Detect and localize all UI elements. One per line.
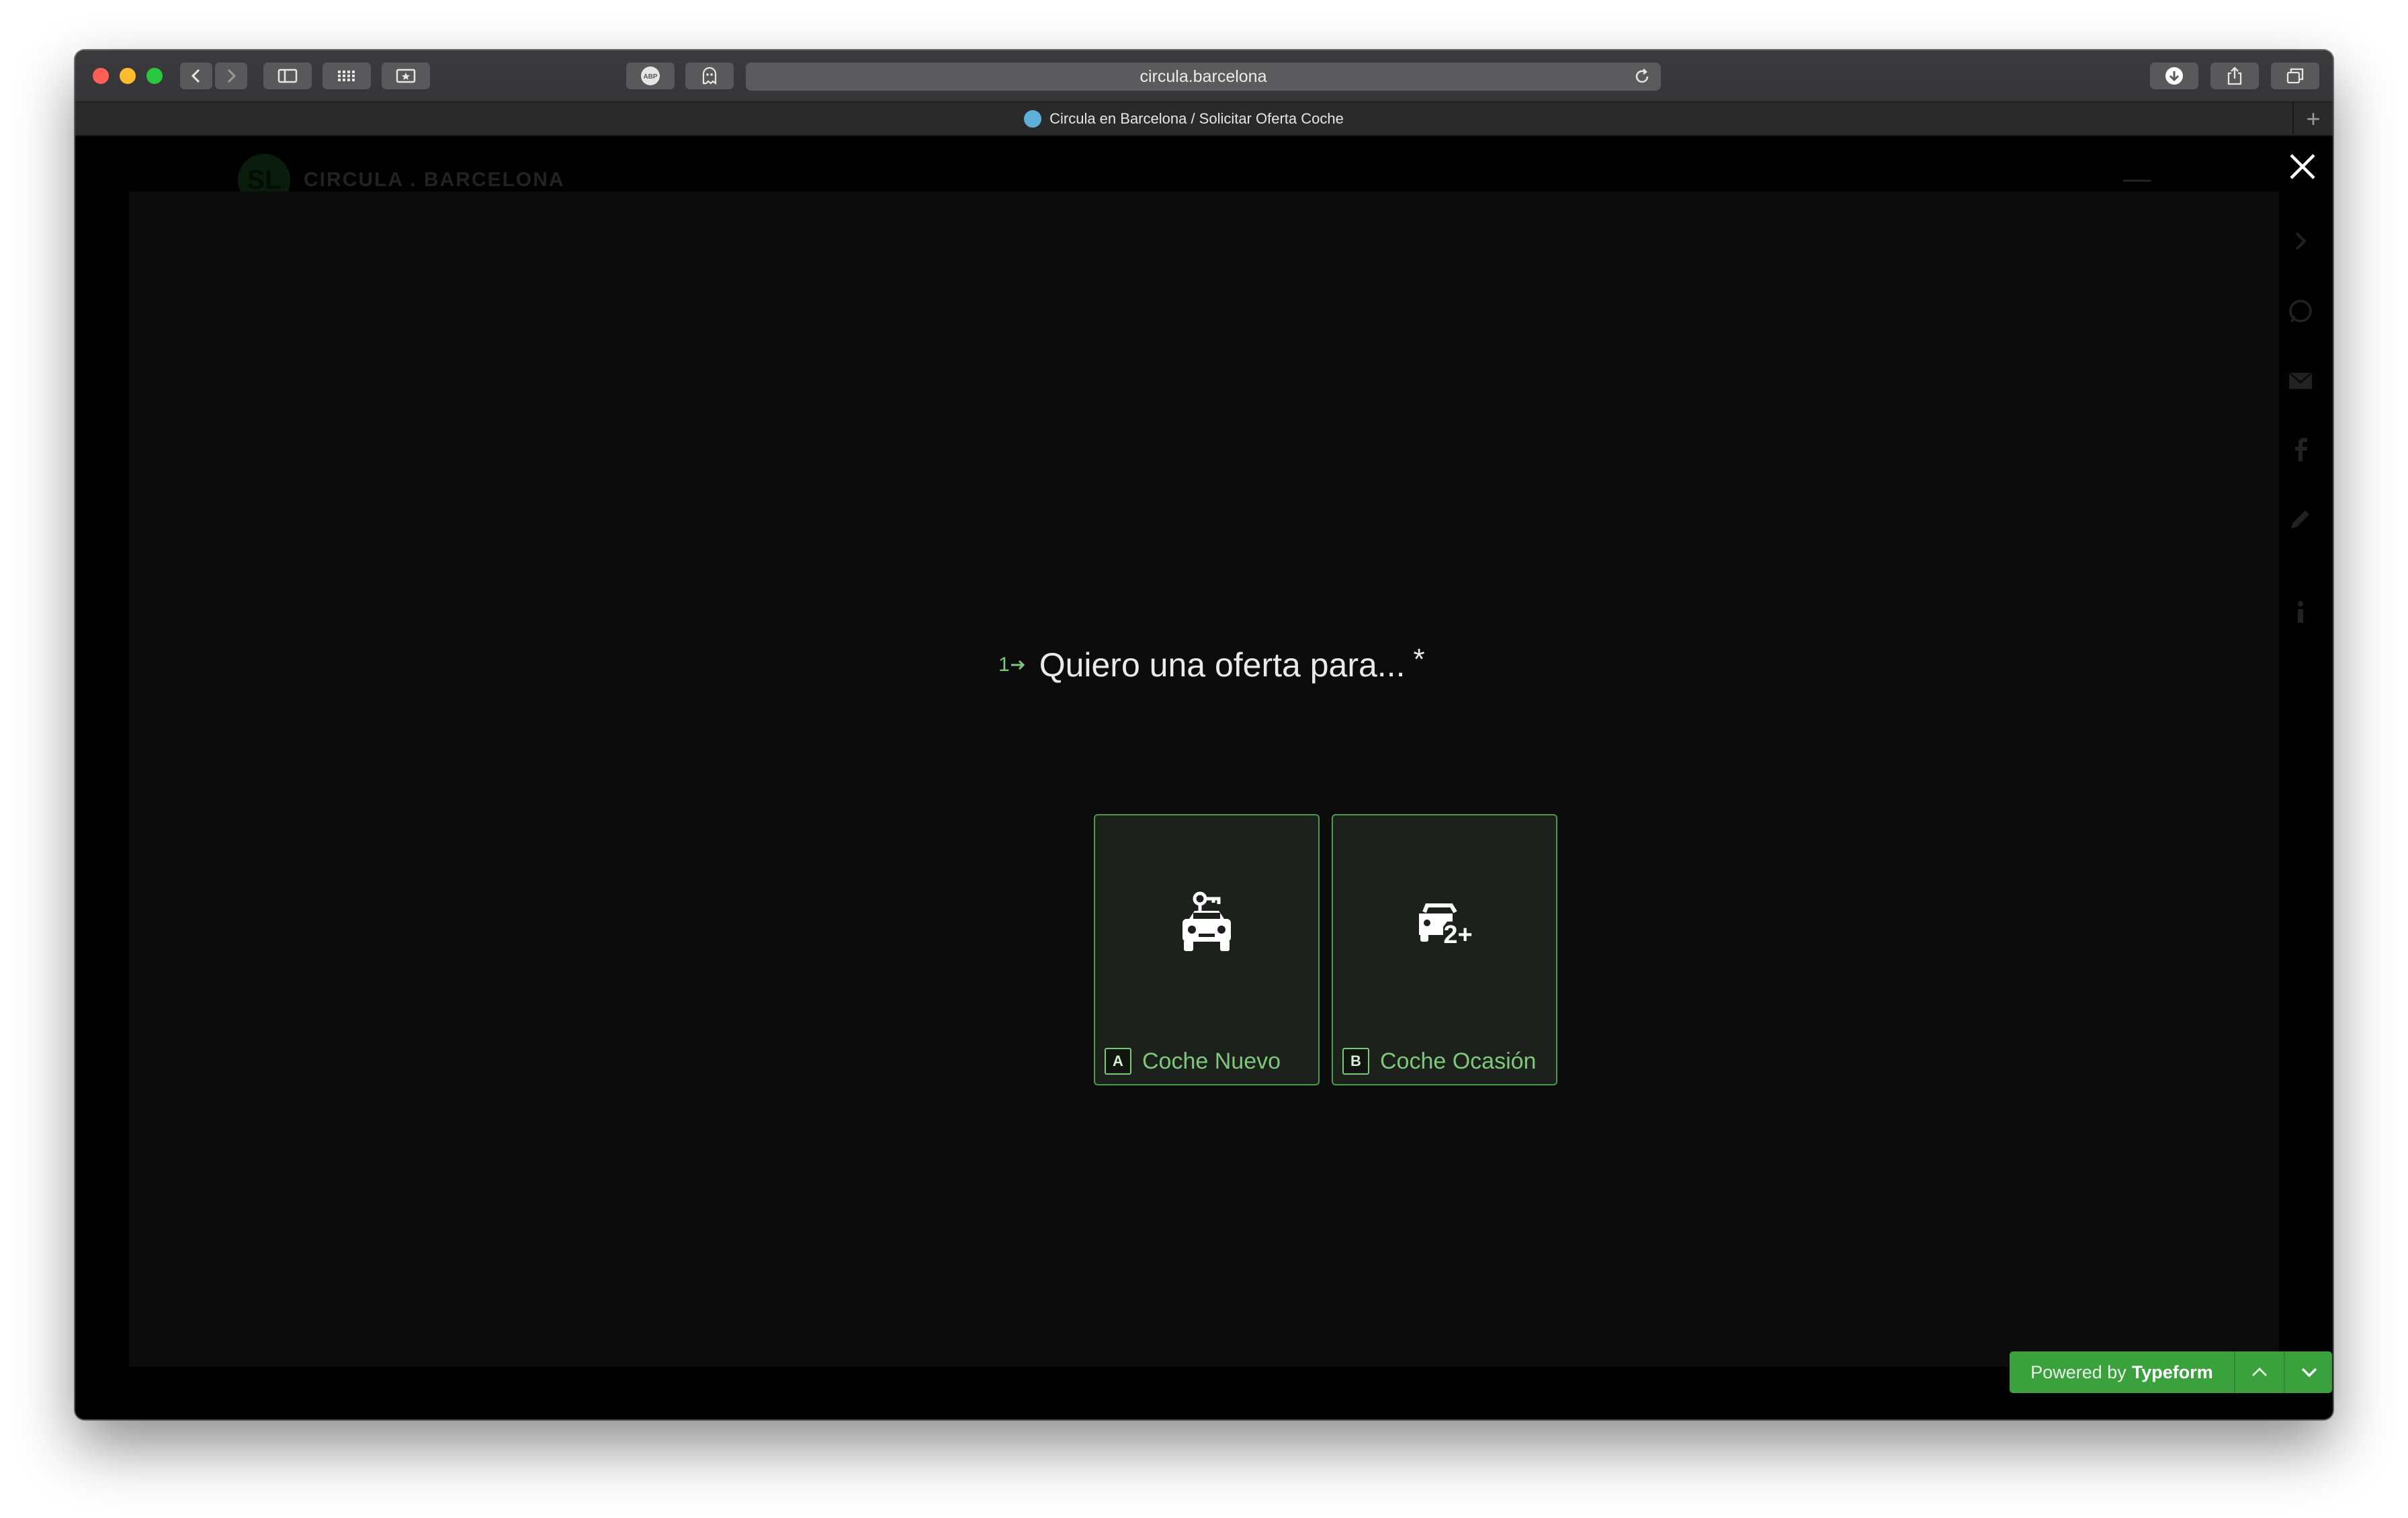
address-bar[interactable]: circula.barcelona xyxy=(746,62,1661,91)
back-button[interactable] xyxy=(180,62,212,89)
new-tab-button[interactable]: + xyxy=(2294,103,2333,135)
choice-coche-nuevo[interactable]: A Coche Nuevo xyxy=(1094,814,1320,1085)
window-zoom-button[interactable] xyxy=(146,68,163,84)
star-box-icon xyxy=(396,69,416,83)
browser-window: ABP circula.barcelona Circula en Barcelo… xyxy=(75,50,2333,1419)
question-number: 1 xyxy=(998,654,1027,676)
url-text: circula.barcelona xyxy=(1140,66,1267,86)
close-icon[interactable] xyxy=(2286,150,2319,183)
ghost-icon xyxy=(702,66,717,85)
new-car-key-icon xyxy=(1182,891,1231,951)
site-logo-text: CIRCULA . BARCELONA xyxy=(304,169,565,191)
chevron-up-icon xyxy=(2251,1367,2268,1377)
typeform-brand: Typeform xyxy=(2131,1361,2213,1382)
choice-footer: A Coche Nuevo xyxy=(1105,1048,1281,1075)
choice-key-badge: A xyxy=(1105,1048,1131,1075)
chevron-right-icon xyxy=(227,69,236,83)
window-close-button[interactable] xyxy=(93,68,109,84)
used-car-2plus-icon: 2+ xyxy=(1419,903,1473,949)
chevron-down-icon xyxy=(2301,1368,2317,1378)
sidebar-icon xyxy=(277,69,298,83)
question-heading: 1 Quiero una oferta para... * xyxy=(998,643,1425,684)
adblock-icon: ABP xyxy=(641,66,660,85)
share-button[interactable] xyxy=(2210,62,2259,89)
sidebar-toggle-button[interactable] xyxy=(263,62,312,89)
next-question-button[interactable] xyxy=(2285,1351,2332,1393)
tab-overview-button[interactable] xyxy=(2271,62,2319,89)
chevron-right-icon[interactable] xyxy=(2287,228,2314,255)
forward-button[interactable] xyxy=(215,62,247,89)
tab-title: Circula en Barcelona / Solicitar Oferta … xyxy=(1049,110,1344,127)
svg-text:2+: 2+ xyxy=(1443,921,1472,949)
share-icon xyxy=(2227,66,2242,85)
web-content: SL CIRCULA . BARCELONA 1 Quiero una ofer… xyxy=(75,136,2333,1419)
choice-label: Coche Nuevo xyxy=(1142,1048,1281,1074)
typeform-navigation-bar: Powered by Typeform xyxy=(2010,1351,2332,1393)
choice-key-badge: B xyxy=(1342,1048,1369,1075)
required-marker: * xyxy=(1413,643,1425,676)
arrow-right-icon xyxy=(1010,660,1025,670)
chevron-left-icon xyxy=(191,69,200,83)
typeform-modal: 1 Quiero una oferta para... * A Coche Nu… xyxy=(129,191,2279,1367)
adblock-extension-button[interactable]: ABP xyxy=(626,62,675,89)
reload-icon[interactable] xyxy=(1633,67,1651,86)
mail-icon[interactable] xyxy=(2287,367,2314,394)
question-text: Quiero una oferta para... xyxy=(1039,646,1406,684)
choice-footer: B Coche Ocasión xyxy=(1342,1048,1536,1075)
whatsapp-icon[interactable] xyxy=(2287,298,2314,324)
active-tab[interactable]: Circula en Barcelona / Solicitar Oferta … xyxy=(75,103,2294,135)
edit-pencil-icon[interactable] xyxy=(2287,506,2314,533)
ghostery-extension-button[interactable] xyxy=(685,62,734,89)
globe-favicon-icon xyxy=(1024,110,1042,128)
reader-bookmark-button[interactable] xyxy=(382,62,430,89)
svg-text:ABP: ABP xyxy=(643,73,657,81)
powered-by-typeform-link[interactable]: Powered by Typeform xyxy=(2010,1351,2235,1393)
browser-toolbar: ABP circula.barcelona xyxy=(75,50,2333,103)
tab-bar: Circula en Barcelona / Solicitar Oferta … xyxy=(75,103,2333,136)
top-sites-button[interactable] xyxy=(322,62,371,89)
download-icon xyxy=(2165,67,2183,85)
tabs-icon xyxy=(2286,68,2304,84)
powered-by-text: Powered by xyxy=(2030,1361,2126,1382)
choice-label: Coche Ocasión xyxy=(1380,1048,1537,1074)
grid-icon xyxy=(338,71,355,81)
window-minimize-button[interactable] xyxy=(120,68,136,84)
downloads-button[interactable] xyxy=(2150,62,2198,89)
choice-coche-ocasion[interactable]: 2+ B Coche Ocasión xyxy=(1332,814,1557,1085)
info-icon[interactable] xyxy=(2287,598,2314,625)
previous-question-button[interactable] xyxy=(2235,1351,2285,1393)
facebook-icon[interactable] xyxy=(2287,436,2314,463)
